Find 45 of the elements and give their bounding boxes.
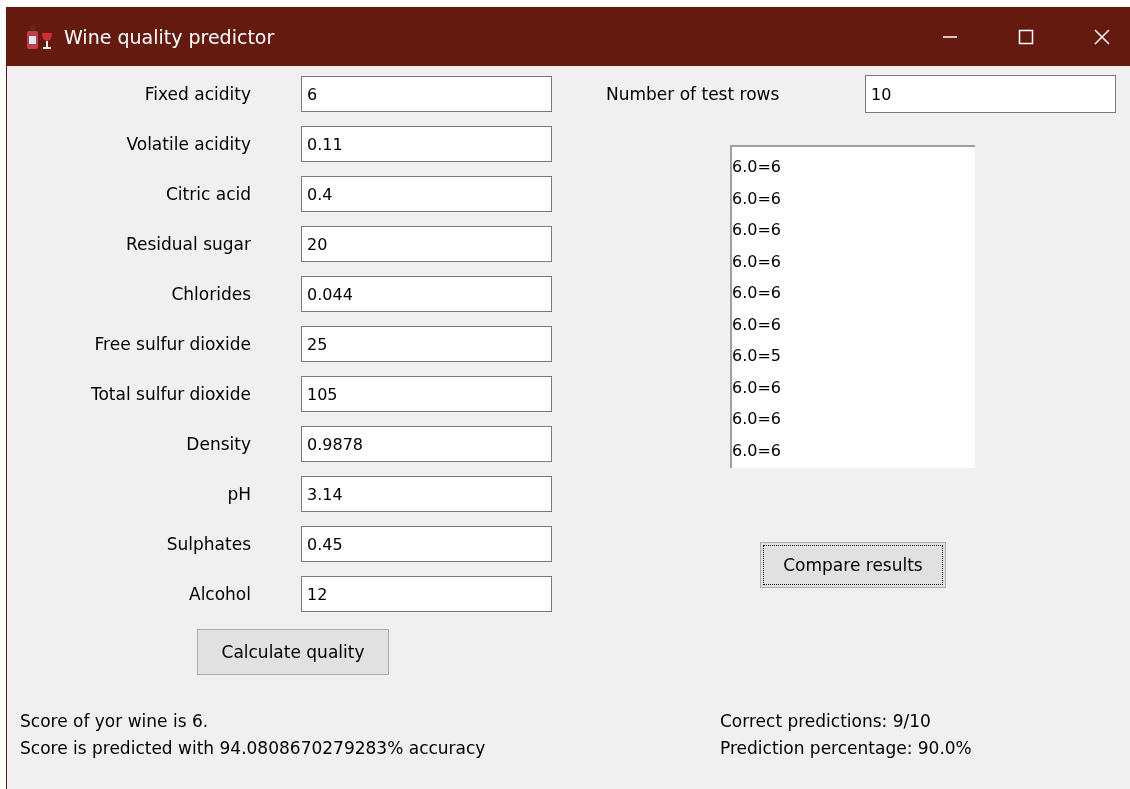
list-item[interactable]: 6.0=6 [732,403,975,435]
input-field[interactable]: 0.45 [301,526,552,562]
list-item[interactable]: 6.0=6 [732,308,975,340]
field-label: Alcohol [188,584,251,604]
calculate-button[interactable]: Calculate quality [197,629,389,675]
input-field[interactable]: 0.044 [301,276,552,312]
list-item[interactable]: 6.0=6 [732,277,975,309]
field-label: Chlorides [170,284,251,304]
result-text: Correct predictions: 9/10 [720,710,932,733]
input-field[interactable]: 10 [865,75,1116,113]
input-field[interactable]: 0.9878 [301,426,552,462]
input-field[interactable]: 0.11 [301,126,552,162]
field-label: Residual sugar [124,234,251,254]
result-text: Score of yor wine is 6. [20,710,210,733]
field-label: Volatile acidity [125,134,251,154]
field-label: Fixed acidity [143,84,251,104]
result-text: Prediction percentage: 90.0% [720,737,972,760]
field-label: Free sulfur dioxide [93,334,251,354]
maximize-icon[interactable] [1018,28,1034,45]
window-title: Wine quality predictor [64,25,275,48]
field-label: Sulphates [165,534,251,554]
field-label: Total sulfur dioxide [89,384,251,404]
input-field[interactable]: 0.4 [301,176,552,212]
field-label: pH [226,484,251,504]
list-item[interactable]: 6.0=6 [732,214,975,246]
result-text: Score is predicted with 94.0808670279283% accuracy [20,737,487,760]
field-label: Density [185,434,251,454]
list-item[interactable]: 6.0=5 [732,340,975,372]
list-item[interactable]: 6.0=6 [732,371,975,403]
field-label: Number of test rows [606,84,781,104]
results-list[interactable]: 6.0=6 6.0=6 6.0=6 6.0=6 6.0=6 6.0=6 6.0=5 6.0=6 6.0=6 6.0=6 [730,145,975,468]
compare-button[interactable]: Compare results [760,542,946,588]
list-item[interactable]: 6.0=6 [732,182,975,214]
list-item[interactable]: 6.0=6 [732,434,975,466]
input-field[interactable]: 20 [301,226,552,262]
field-label: Citric acid [165,184,251,204]
close-icon[interactable] [1094,28,1110,45]
input-field[interactable]: 105 [301,376,552,412]
list-item[interactable]: 6.0=6 [732,151,975,183]
wine-bottle-icon [24,23,54,50]
input-field[interactable]: 12 [301,576,552,612]
input-field[interactable]: 3.14 [301,476,552,512]
input-field[interactable]: 6 [301,76,552,112]
list-item[interactable]: 6.0=6 [732,245,975,277]
input-field[interactable]: 25 [301,326,552,362]
